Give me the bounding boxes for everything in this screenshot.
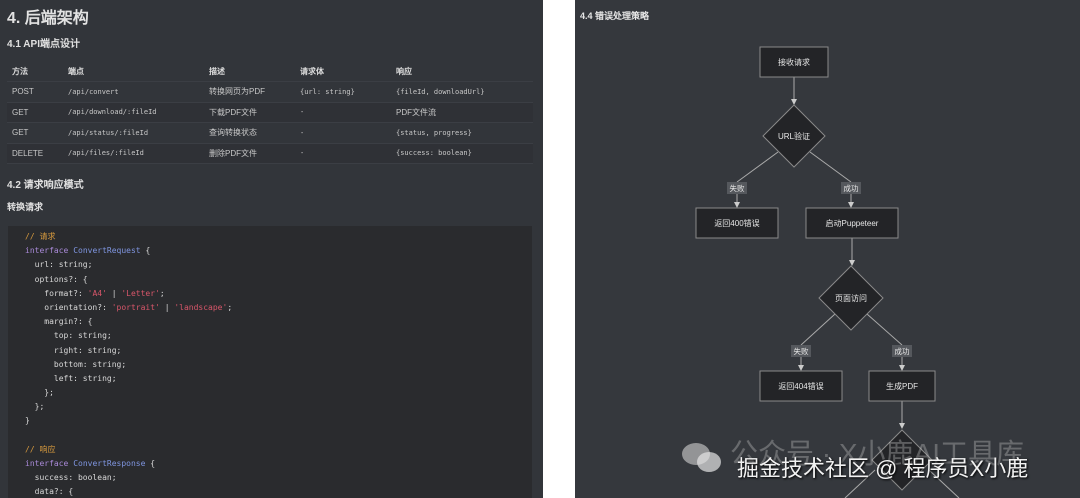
table-cell: {success: boolean}	[391, 143, 533, 164]
code-line: left: string;	[25, 373, 117, 383]
code-line: }	[25, 416, 30, 426]
header-method: 方法	[7, 61, 63, 82]
table-cell: 删除PDF文件	[204, 143, 295, 164]
table-cell: -	[295, 102, 391, 123]
table-cell: 转换网页为PDF	[204, 81, 295, 103]
code-line: url: string;	[25, 260, 93, 270]
code-line: data?: {	[25, 487, 74, 497]
code-line: top: string;	[25, 331, 112, 341]
wechat-icon	[682, 443, 721, 472]
code-line: format?: 'A4' | 'Letter';	[25, 288, 165, 298]
code-blank	[25, 429, 532, 443]
table-cell: /api/convert	[63, 81, 204, 103]
left-document-panel: 4. 后端架构 4.1 API端点设计 方法 端点 描述 请求体 响应 POST…	[0, 0, 543, 498]
label-start-puppeteer: 启动Puppeteer	[826, 218, 879, 228]
code-line: };	[25, 388, 54, 398]
code-line: interface ConvertResponse {	[25, 459, 156, 468]
table-row: POST/api/convert 转换网页为PDF {url: string} {fi…	[7, 81, 533, 103]
edge-label-success: 成功	[844, 183, 859, 193]
table-cell: -	[295, 143, 391, 164]
edge	[809, 151, 852, 183]
table-cell: DELETE	[7, 143, 63, 164]
table-cell: /api/download/:fileId	[63, 102, 204, 123]
table-cell: /api/status/:fileId	[63, 122, 204, 144]
table-cell: -	[295, 122, 391, 144]
table-cell: /api/files/:fileId	[63, 143, 204, 164]
subheading-convert-request: 转换请求	[7, 202, 44, 212]
label-receive: 接收请求	[778, 57, 810, 67]
table-cell: POST	[7, 81, 63, 103]
code-line: margin?: {	[25, 317, 93, 327]
header-response: 响应	[391, 61, 533, 82]
header-endpoint: 端点	[63, 61, 204, 82]
edge	[800, 313, 836, 346]
label-return-404: 返回404错误	[778, 381, 823, 391]
api-endpoints-table: 方法 端点 描述 请求体 响应 POST/api/convert 转换网页为PDF…	[7, 61, 533, 164]
table-cell: GET	[7, 102, 63, 123]
label-generate-pdf: 生成PDF	[886, 381, 918, 391]
code-line: options?: {	[25, 274, 88, 284]
table-cell: 下载PDF文件	[204, 102, 295, 123]
error-flowchart: 接收请求 URL验证 返回400错误 启动Puppeteer 页面访问 返回40…	[695, 46, 960, 498]
label-page-access: 页面访问	[835, 293, 867, 303]
label-url-check: URL验证	[778, 131, 810, 141]
table-row: DELETE/api/files/:fileId 删除PDF文件 - {success…	[7, 143, 533, 164]
right-document-panel: 4.4 错误处理策略 接收请求 URL验证 返回400错误 启动Puppetee…	[575, 0, 1080, 498]
code-line: success: boolean;	[25, 473, 117, 483]
table-cell: {fileId, downloadUrl}	[391, 81, 533, 103]
table-row: GET/api/status/:fileId 查询转换状态 - {status, pr…	[7, 122, 533, 144]
table-cell: {status, progress}	[391, 122, 533, 144]
edge-label-fail: 失败	[794, 346, 809, 356]
table-cell: {url: string}	[295, 81, 391, 103]
section-heading-api: 4.1 API端点设计	[7, 39, 80, 50]
code-comment: // 响应	[25, 444, 56, 454]
code-line: right: string;	[25, 345, 122, 355]
edge	[866, 313, 903, 346]
section-heading-request-response: 4.2 请求响应模式	[7, 180, 84, 191]
watermark-main: 掘金技术社区 @ 程序员X小鹿	[737, 456, 1029, 481]
edge-label-success: 成功	[895, 346, 910, 356]
table-header-row: 方法 端点 描述 请求体 响应	[7, 61, 533, 82]
page-title: 4. 后端架构	[7, 10, 89, 27]
table-cell: PDF文件流	[391, 102, 533, 123]
code-block: // 请求 interface ConvertRequest { url: st…	[8, 226, 532, 498]
table-cell: GET	[7, 122, 63, 144]
code-line: interface ConvertRequest {	[25, 246, 151, 256]
code-comment: // 请求	[25, 232, 56, 241]
code-line: orientation?: 'portrait' | 'landscape';	[25, 302, 233, 312]
header-request-body: 请求体	[295, 61, 391, 82]
table-row: GET/api/download/:fileId 下载PDF文件 - PDF文件流	[7, 102, 533, 123]
label-return-400: 返回400错误	[714, 218, 759, 228]
code-line: };	[25, 402, 45, 412]
code-line: bottom: string;	[25, 359, 127, 369]
header-description: 描述	[204, 61, 295, 82]
edge-label-fail: 失败	[730, 183, 745, 193]
edge	[736, 151, 779, 183]
table-cell: 查询转换状态	[204, 122, 295, 144]
